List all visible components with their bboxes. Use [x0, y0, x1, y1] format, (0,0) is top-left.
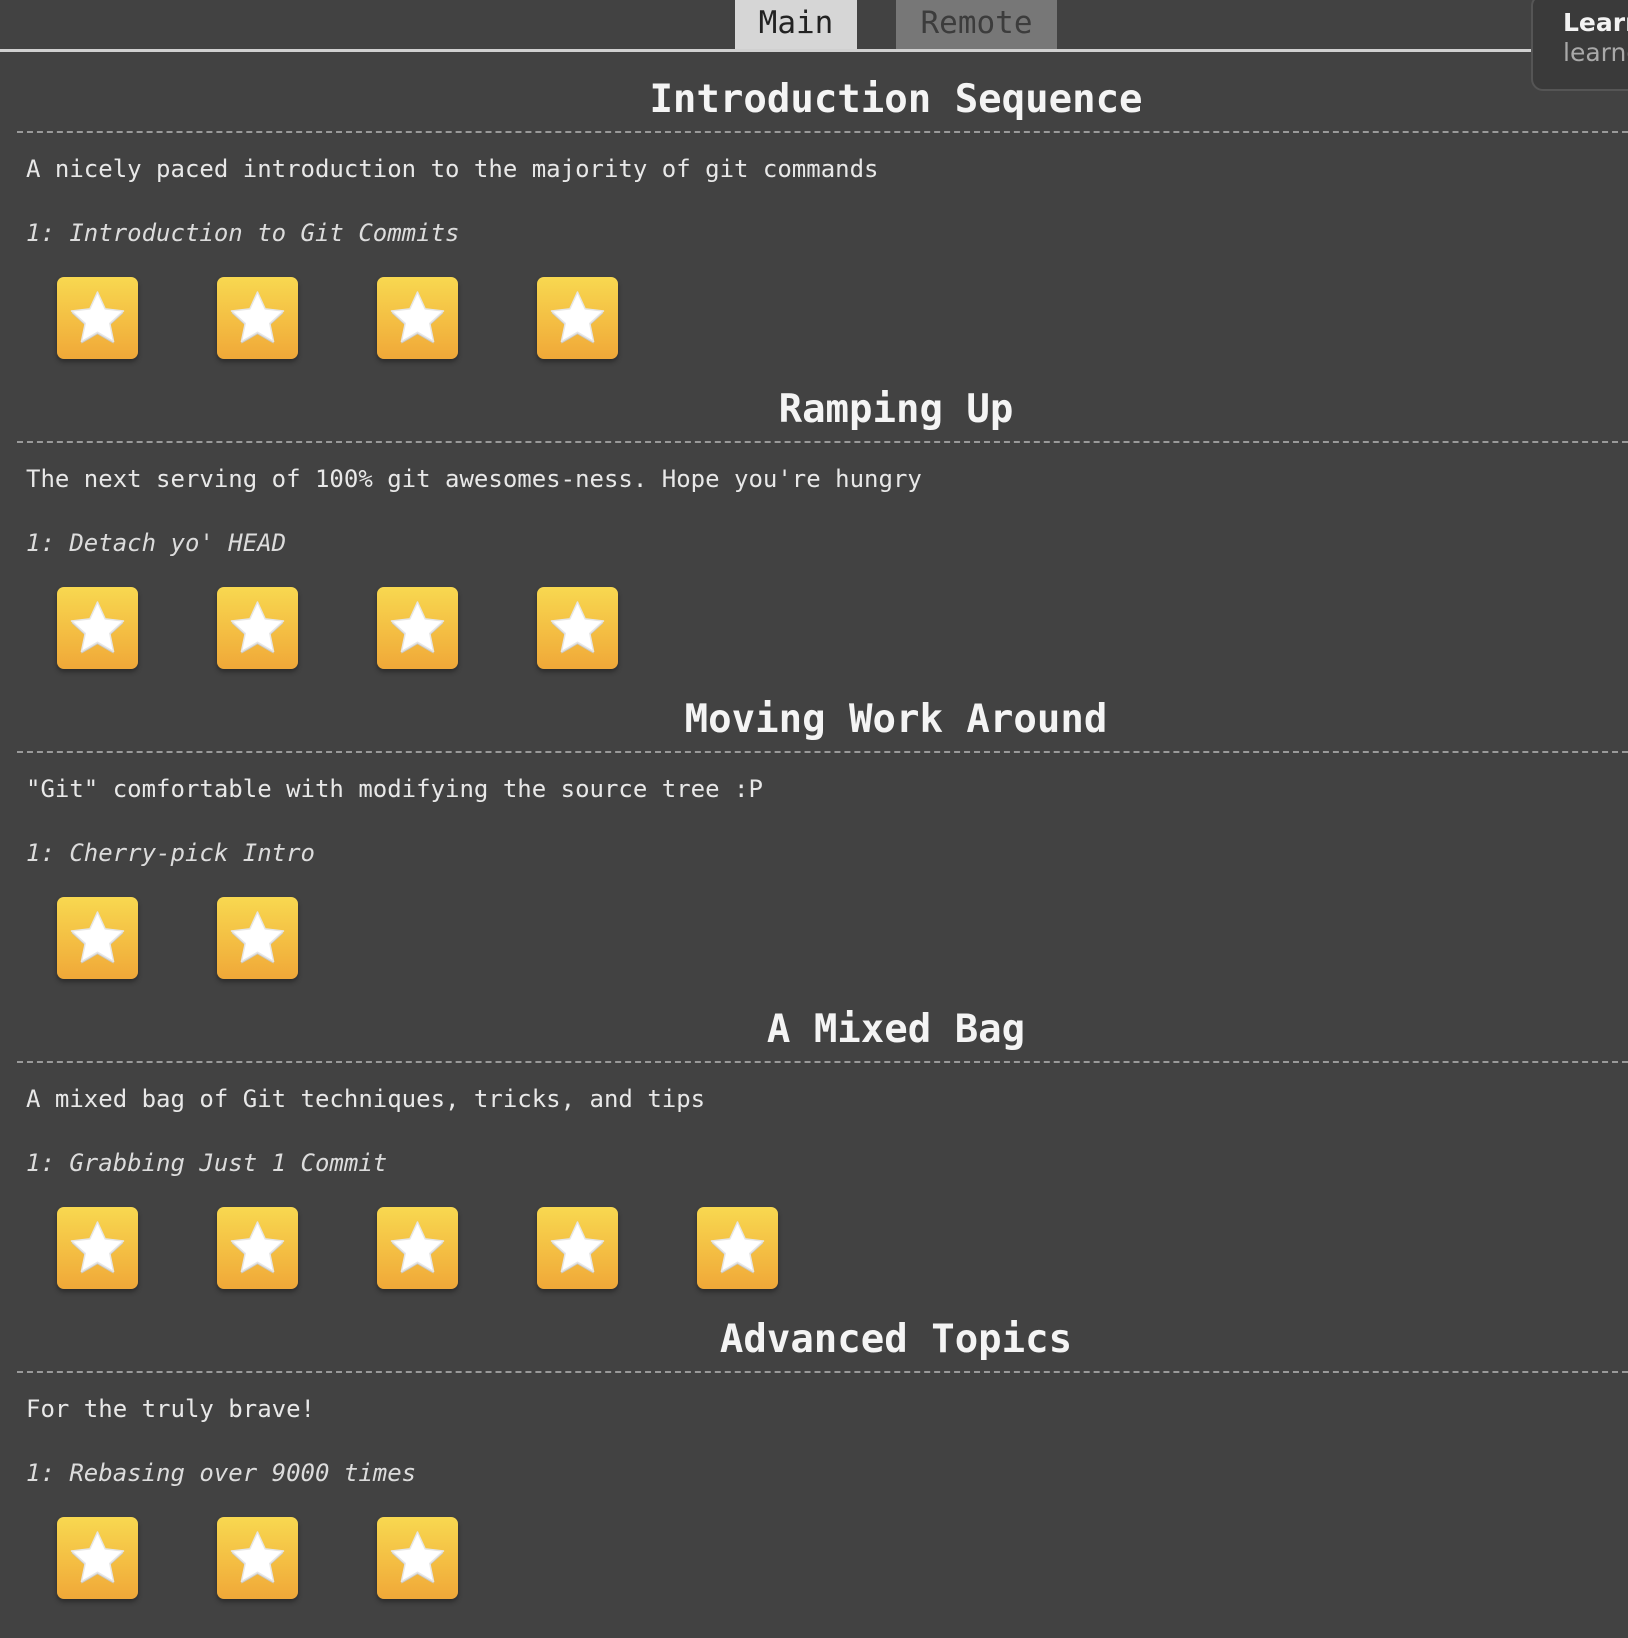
- level-button[interactable]: [537, 277, 618, 359]
- star-icon: [230, 291, 285, 344]
- star-icon: [390, 1221, 445, 1274]
- star-icon: [70, 1221, 125, 1274]
- star-icon: [70, 911, 125, 964]
- star-icon: [230, 1531, 285, 1584]
- level-button[interactable]: [217, 1517, 298, 1599]
- level-button[interactable]: [217, 277, 298, 359]
- star-icon: [70, 291, 125, 344]
- level-button[interactable]: [57, 277, 138, 359]
- sequence-ramping-up: Ramping Up The next serving of 100% git …: [0, 387, 1628, 697]
- current-level-label: 1: Detach yo' HEAD: [26, 529, 287, 557]
- popover-subtitle: learng: [1563, 38, 1628, 67]
- level-button[interactable]: [217, 587, 298, 669]
- level-button[interactable]: [377, 277, 458, 359]
- star-icon: [390, 1531, 445, 1584]
- current-level-label: 1: Grabbing Just 1 Commit: [26, 1149, 388, 1177]
- sequence-divider: [17, 1371, 1628, 1373]
- sequence-title: Ramping Up: [778, 387, 1014, 432]
- star-icon: [70, 1531, 125, 1584]
- level-button[interactable]: [57, 897, 138, 979]
- star-icon: [230, 911, 285, 964]
- sequence-description: For the truly brave!: [26, 1395, 315, 1423]
- sequence-title: Introduction Sequence: [649, 77, 1143, 122]
- level-button[interactable]: [377, 1517, 458, 1599]
- popover-title: Learn: [1563, 8, 1628, 37]
- star-icon: [550, 291, 605, 344]
- star-icon: [390, 291, 445, 344]
- tab-main[interactable]: Main: [735, 0, 857, 49]
- level-button[interactable]: [217, 897, 298, 979]
- star-icon: [710, 1221, 765, 1274]
- current-level-label: 1: Rebasing over 9000 times: [26, 1459, 417, 1487]
- sequence-divider: [17, 751, 1628, 753]
- star-icon: [550, 1221, 605, 1274]
- tab-bar: Main Remote: [0, 0, 1628, 52]
- sequence-title: Advanced Topics: [719, 1317, 1073, 1362]
- current-level-label: 1: Introduction to Git Commits: [26, 219, 460, 247]
- level-button[interactable]: [697, 1207, 778, 1289]
- sequence-description: "Git" comfortable with modifying the sou…: [26, 775, 763, 803]
- sequence-mixed-bag: A Mixed Bag A mixed bag of Git technique…: [0, 1007, 1628, 1317]
- sequence-description: A nicely paced introduction to the major…: [26, 155, 879, 183]
- level-button[interactable]: [537, 1207, 618, 1289]
- app-root: Main Remote Learn learng Introduction Se…: [0, 0, 1628, 1638]
- level-button[interactable]: [57, 587, 138, 669]
- sequence-description: A mixed bag of Git techniques, tricks, a…: [26, 1085, 706, 1113]
- star-icon: [550, 601, 605, 654]
- sequence-divider: [17, 131, 1628, 133]
- level-button[interactable]: [57, 1517, 138, 1599]
- level-button[interactable]: [57, 1207, 138, 1289]
- sequence-moving-work-around: Moving Work Around "Git" comfortable wit…: [0, 697, 1628, 1007]
- current-level-label: 1: Cherry-pick Intro: [26, 839, 315, 867]
- star-icon: [230, 601, 285, 654]
- sequence-description: The next serving of 100% git awesomes-ne…: [26, 465, 922, 493]
- sequence-advanced-topics: Advanced Topics For the truly brave! 1: …: [0, 1317, 1628, 1627]
- level-button[interactable]: [537, 587, 618, 669]
- level-button[interactable]: [217, 1207, 298, 1289]
- level-button[interactable]: [377, 587, 458, 669]
- sequence-introduction: Introduction Sequence A nicely paced int…: [0, 77, 1628, 387]
- sequence-title: Moving Work Around: [684, 697, 1108, 742]
- star-icon: [70, 601, 125, 654]
- star-icon: [230, 1221, 285, 1274]
- sequence-title: A Mixed Bag: [766, 1007, 1026, 1052]
- sequence-divider: [17, 441, 1628, 443]
- sequence-divider: [17, 1061, 1628, 1063]
- star-icon: [390, 601, 445, 654]
- tab-remote[interactable]: Remote: [896, 0, 1057, 49]
- level-button[interactable]: [377, 1207, 458, 1289]
